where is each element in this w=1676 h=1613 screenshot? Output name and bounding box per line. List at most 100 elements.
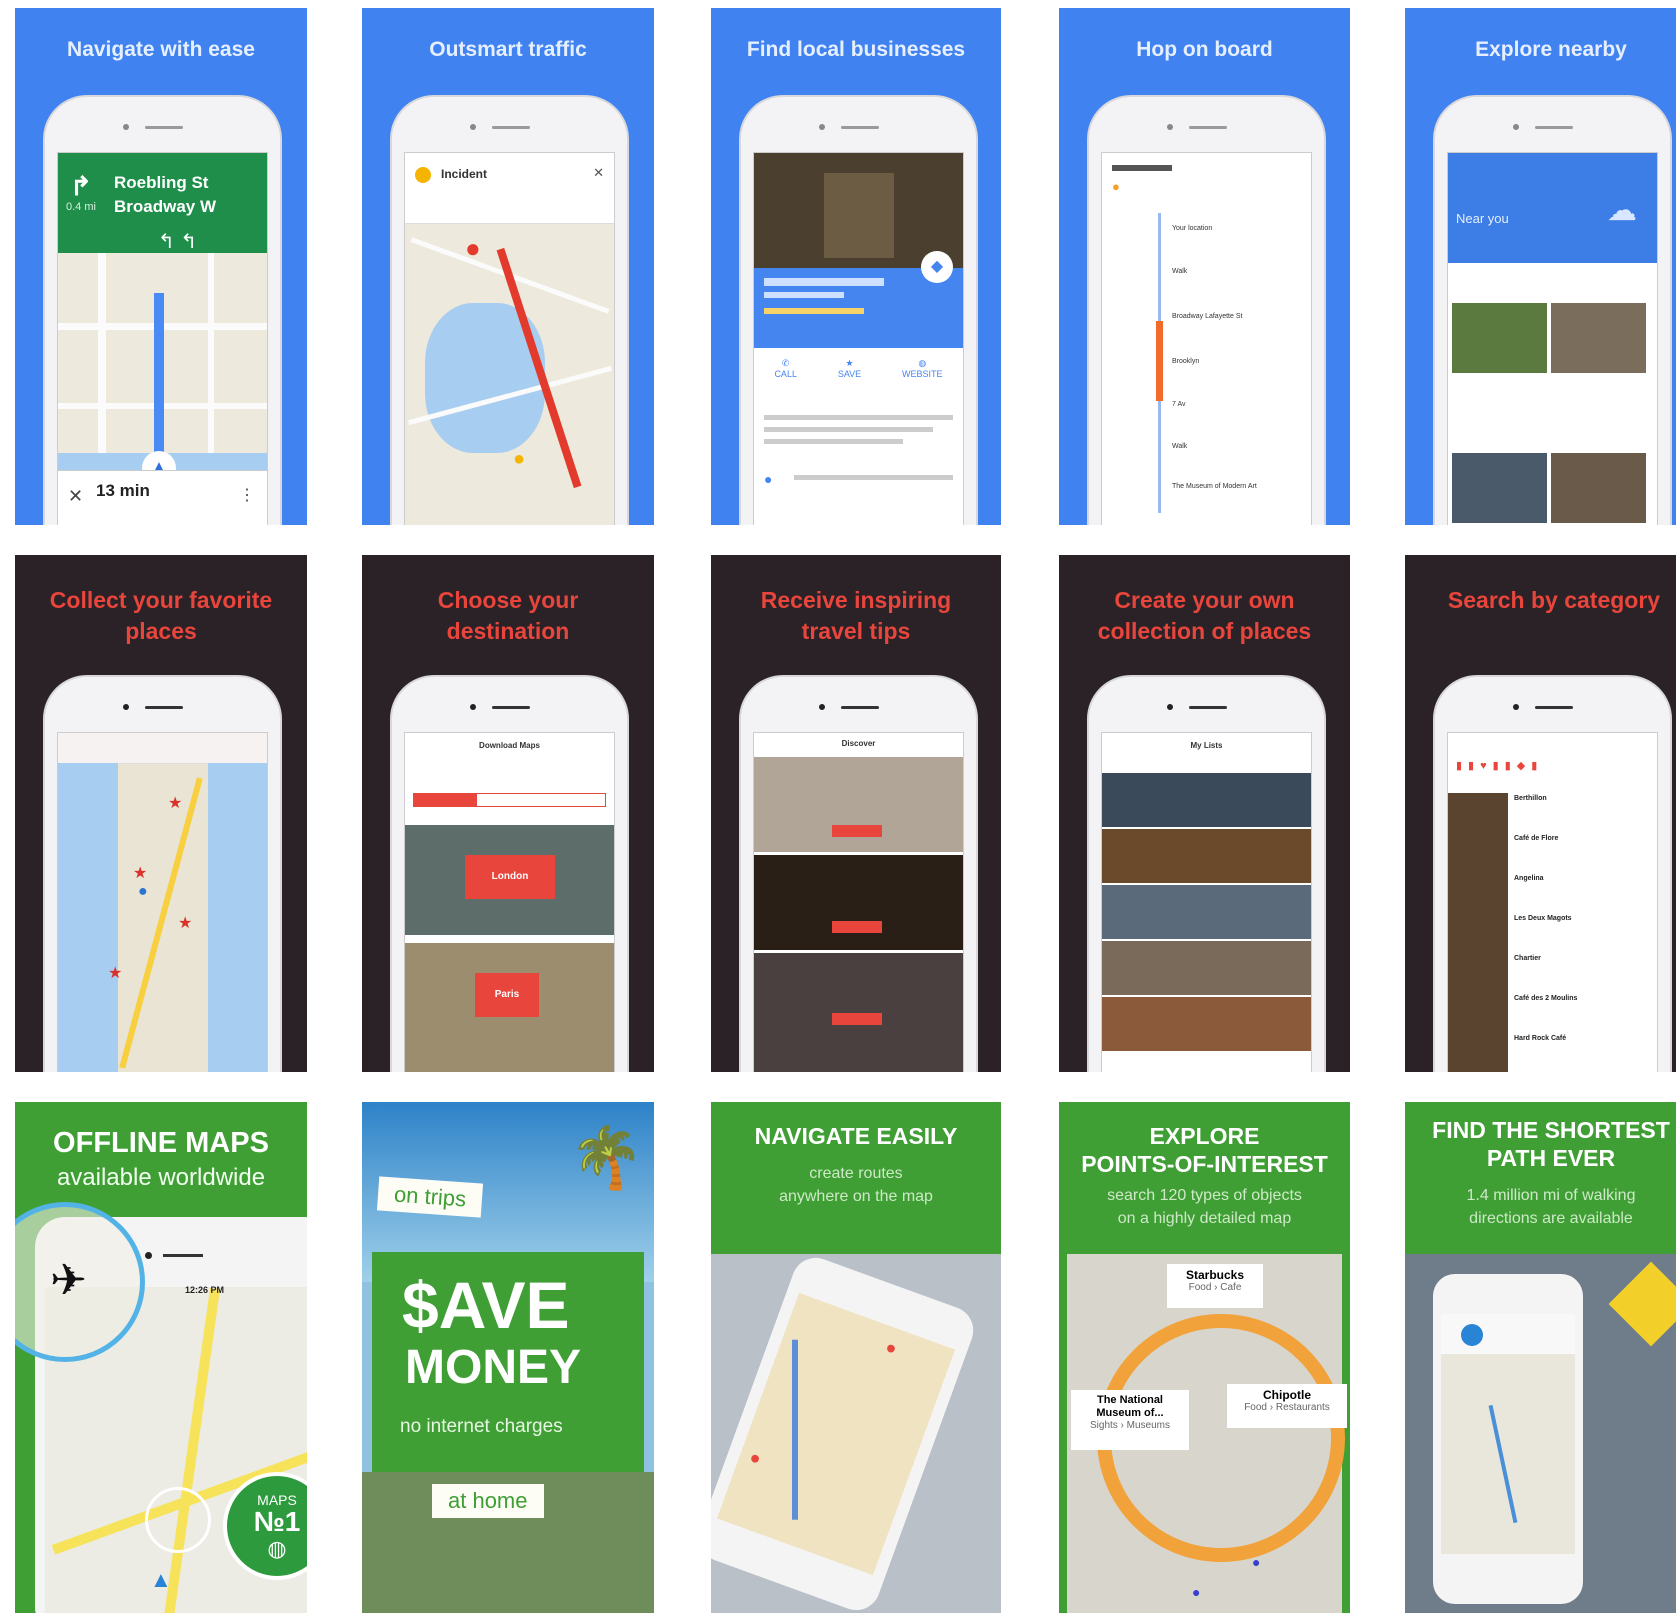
search-bar[interactable] bbox=[58, 733, 267, 764]
street-photo bbox=[1405, 1254, 1676, 1613]
close-icon[interactable]: ✕ bbox=[68, 486, 83, 507]
website-button[interactable]: ◍ WEBSITE bbox=[902, 358, 943, 398]
tip-card[interactable] bbox=[754, 953, 963, 1072]
result-item[interactable]: Berthillon bbox=[1514, 795, 1547, 802]
result-item[interactable]: Café des 2 Moulins bbox=[1514, 995, 1577, 1002]
poi-map-screen: Starbucks Food › Cafe Chipotle Food › Re… bbox=[1067, 1254, 1347, 1613]
stop-label: Brooklyn bbox=[1172, 358, 1200, 365]
pedestrian-sign bbox=[1608, 1261, 1676, 1347]
card-explore-poi[interactable]: EXPLORE POINTS-OF-INTEREST search 120 ty… bbox=[1059, 1102, 1350, 1613]
card-outsmart-traffic[interactable]: Outsmart traffic Incident ✕ ● ● bbox=[362, 8, 654, 525]
alert-pin-icon: ● bbox=[513, 448, 526, 470]
card-shortest-path[interactable]: FIND THE SHORTEST PATH EVER 1.4 million … bbox=[1405, 1102, 1676, 1613]
list-item[interactable] bbox=[1102, 885, 1311, 939]
poi-callout-starbucks[interactable]: Starbucks Food › Cafe bbox=[1167, 1264, 1263, 1308]
place-thumbnail[interactable] bbox=[1452, 453, 1547, 523]
card-search-by-category[interactable]: Search by category ▮▮♥▮▮◆▮ Berthillon Ca… bbox=[1405, 555, 1676, 1072]
close-icon[interactable]: ✕ bbox=[593, 165, 604, 181]
card-title: OFFLINE MAPS bbox=[53, 1127, 269, 1159]
list-item[interactable] bbox=[1102, 773, 1311, 827]
card-title: Choose your destination bbox=[437, 587, 579, 644]
phone-mockup: ● Your location Walk Broadway Lafayette … bbox=[1087, 95, 1326, 525]
card-hop-on-board[interactable]: Hop on board ● Your location Walk Broadw… bbox=[1059, 8, 1350, 525]
card-navigate-with-ease[interactable]: Navigate with ease ↱ Roebling St Broadwa… bbox=[15, 8, 307, 525]
city-label: Paris bbox=[475, 973, 539, 1017]
card-title: FIND THE SHORTEST PATH EVER bbox=[1432, 1117, 1670, 1171]
phone-mockup: Near you ☁ bbox=[1433, 95, 1672, 525]
poi-marker-icon: ● bbox=[1192, 1584, 1201, 1600]
eta-bar: ✕ 13 min ⋮ bbox=[58, 470, 267, 525]
location-pin-icon: ● bbox=[138, 883, 148, 900]
photo-column bbox=[1448, 793, 1508, 1072]
tip-card[interactable] bbox=[754, 757, 963, 852]
cloud-icon: ☁ bbox=[1607, 194, 1637, 227]
nearby-screen: Near you ☁ bbox=[1447, 152, 1658, 525]
card-navigate-easily[interactable]: NAVIGATE EASILY create routes anywhere o… bbox=[711, 1102, 1001, 1613]
card-save-money[interactable]: 🌴 on trips $AVE MONEY no internet charge… bbox=[362, 1102, 654, 1613]
card-offline-maps[interactable]: OFFLINE MAPS available worldwide 12:26 P… bbox=[15, 1102, 307, 1613]
street-primary: Roebling St bbox=[114, 173, 209, 192]
segmented-tabs[interactable] bbox=[413, 793, 606, 807]
list-item[interactable] bbox=[1102, 941, 1311, 995]
route-line bbox=[1488, 1404, 1518, 1524]
result-item[interactable]: Café de Flore bbox=[1514, 835, 1558, 842]
nearby-header: Near you ☁ bbox=[1448, 153, 1657, 263]
transit-screen: ● Your location Walk Broadway Lafayette … bbox=[1101, 152, 1312, 525]
globe-icon: ◍ bbox=[918, 358, 927, 368]
card-subtitle: create routes anywhere on the map bbox=[779, 1165, 933, 1205]
poi-callout-chipotle[interactable]: Chipotle Food › Restaurants bbox=[1227, 1384, 1347, 1428]
turn-right-icon: ↱ bbox=[70, 171, 92, 201]
discover-screen: Discover bbox=[753, 732, 964, 1072]
more-icon[interactable]: ⋮ bbox=[239, 485, 255, 505]
directions-icon[interactable]: ◆ bbox=[921, 251, 953, 283]
result-item[interactable]: Angelina bbox=[1514, 875, 1544, 882]
result-item[interactable]: Chartier bbox=[1514, 955, 1541, 962]
category-icons[interactable]: ▮▮♥▮▮◆▮ bbox=[1448, 759, 1657, 775]
destination-pin-icon: ● bbox=[882, 1336, 900, 1359]
card-title: Search by category bbox=[1447, 587, 1661, 613]
poi-name: The National Museum of... bbox=[1096, 1394, 1164, 1419]
city-card-london[interactable]: London bbox=[405, 825, 614, 935]
card-create-collection[interactable]: Create your own collection of places My … bbox=[1059, 555, 1350, 1072]
screen-title: Download Maps bbox=[479, 741, 540, 750]
poi-name: Chipotle bbox=[1263, 1388, 1311, 1402]
place-thumbnail[interactable] bbox=[1551, 453, 1646, 523]
save-money-banner: $AVE MONEY no internet charges bbox=[372, 1252, 644, 1472]
card-find-local-businesses[interactable]: Find local businesses ◆ ✆ CALL ★ SAVE ◍ WEB… bbox=[711, 8, 1001, 525]
phone-mockup: ★ ★ ★ ★ ● bbox=[43, 675, 282, 1072]
card-travel-tips[interactable]: Receive inspiring travel tips Discover bbox=[711, 555, 1001, 1072]
favorite-star-icon: ★ bbox=[133, 865, 148, 882]
tip-card[interactable] bbox=[754, 855, 963, 950]
city-card-paris[interactable]: Paris bbox=[405, 943, 614, 1072]
badge-number: №1 bbox=[253, 1506, 301, 1537]
favorite-star-icon: ★ bbox=[178, 915, 193, 932]
result-item[interactable]: Hard Rock Café bbox=[1514, 1035, 1566, 1042]
place-thumbnail[interactable] bbox=[1452, 303, 1547, 373]
save-button[interactable]: ★ SAVE bbox=[838, 358, 861, 398]
card-explore-nearby[interactable]: Explore nearby Near you ☁ bbox=[1405, 8, 1676, 525]
list-item[interactable] bbox=[1102, 997, 1311, 1051]
place-thumbnail[interactable] bbox=[1551, 303, 1646, 373]
turn-distance: 0.4 mi bbox=[66, 201, 96, 213]
route-map-screen: ● ● bbox=[716, 1292, 956, 1576]
card-choose-destination[interactable]: Choose your destination Download Maps Lo… bbox=[362, 555, 654, 1072]
phone-mockup: Download Maps London Paris bbox=[390, 675, 629, 1072]
screenshot-gallery: Navigate with ease ↱ Roebling St Broadwa… bbox=[0, 0, 1676, 1613]
tag-on-trips: on trips bbox=[376, 1176, 484, 1218]
walking-map-screen bbox=[1441, 1314, 1575, 1554]
phone-mockup: Incident ✕ ● ● bbox=[390, 95, 629, 525]
card-title: Outsmart traffic bbox=[429, 38, 587, 61]
stop-label: The Museum of Modern Art bbox=[1172, 483, 1257, 490]
traffic-screen: Incident ✕ ● ● bbox=[404, 152, 615, 525]
palm-tree-icon: 🌴 bbox=[569, 1124, 644, 1191]
headline-save: $AVE bbox=[402, 1268, 570, 1342]
phone-mockup: Discover bbox=[739, 675, 978, 1072]
bus-icon: ● bbox=[1112, 179, 1120, 194]
card-collect-favorite-places[interactable]: Collect your favorite places ★ ★ ★ ★ ● bbox=[15, 555, 307, 1072]
screen-title: My Lists bbox=[1190, 741, 1223, 750]
eta-time: 13 min bbox=[96, 481, 150, 500]
poi-callout-museum[interactable]: The National Museum of... Sights › Museu… bbox=[1071, 1390, 1189, 1450]
list-item[interactable] bbox=[1102, 829, 1311, 883]
result-item[interactable]: Les Deux Magots bbox=[1514, 915, 1572, 922]
call-button[interactable]: ✆ CALL bbox=[774, 358, 797, 398]
